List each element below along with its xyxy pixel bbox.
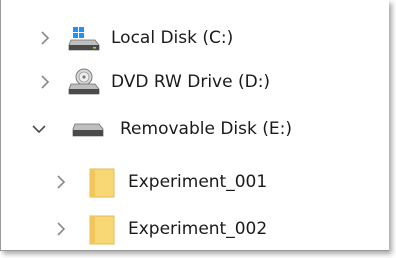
chevron-right-icon[interactable] — [37, 30, 53, 46]
tree-item-label: Removable Disk (E:) — [120, 119, 292, 139]
tree-item-label: Local Disk (C:) — [111, 28, 234, 48]
removable-disk-icon — [71, 123, 105, 144]
chevron-down-icon[interactable] — [31, 121, 47, 137]
folder-icon — [89, 215, 115, 250]
chevron-right-icon[interactable] — [37, 74, 53, 90]
folder-icon — [89, 168, 115, 203]
navigation-pane: Local Disk (C:) DVD RW Drive (D:) Remova… — [0, 0, 389, 251]
tree-item-label: Experiment_001 — [128, 172, 268, 192]
chevron-right-icon[interactable] — [53, 174, 69, 190]
tree-item-local-disk[interactable]: Local Disk (C:) — [1, 16, 389, 60]
tree-item-dvd-drive[interactable]: DVD RW Drive (D:) — [1, 60, 389, 104]
local-disk-icon — [67, 26, 101, 57]
tree-item-label: Experiment_002 — [128, 219, 268, 239]
chevron-right-icon[interactable] — [53, 221, 69, 237]
tree-item-folder[interactable]: Experiment_002 — [1, 207, 389, 250]
tree-item-label: DVD RW Drive (D:) — [111, 72, 271, 92]
tree-item-folder[interactable]: Experiment_001 — [1, 160, 389, 204]
tree-item-removable-disk[interactable]: Removable Disk (E:) — [1, 107, 389, 151]
dvd-drive-icon — [67, 68, 101, 101]
